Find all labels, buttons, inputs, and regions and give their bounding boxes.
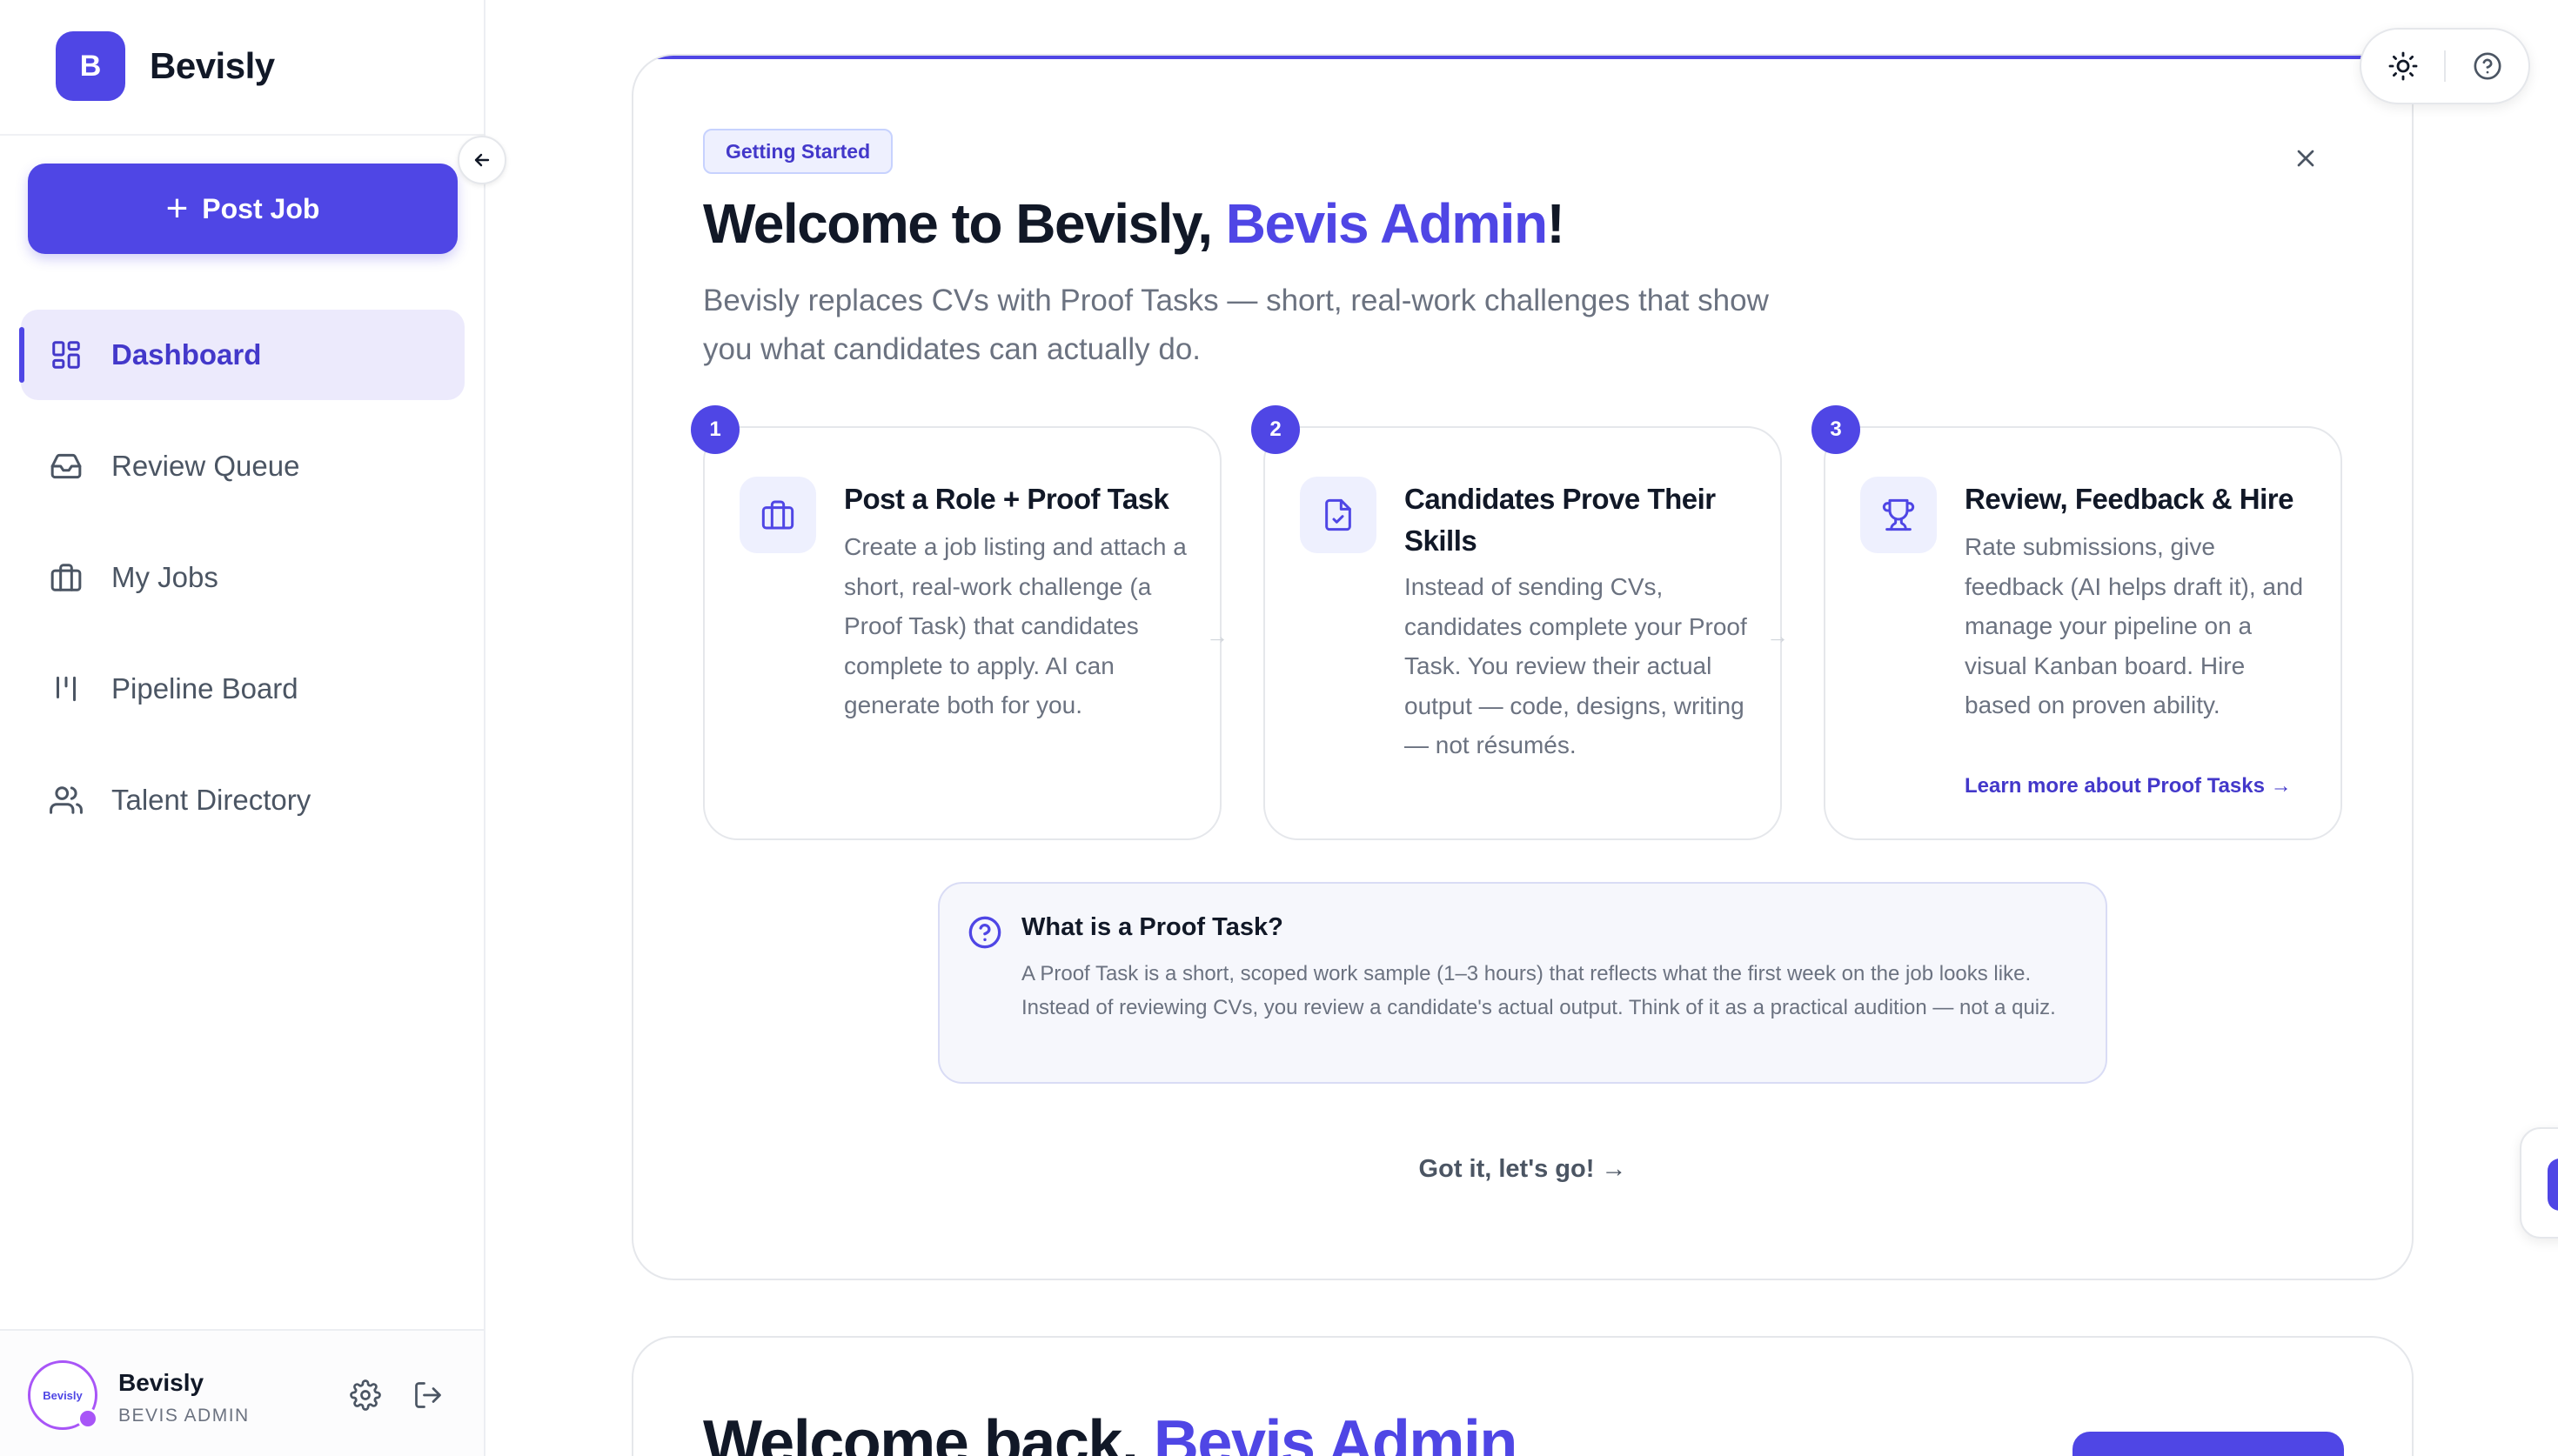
proof-task-info-box: What is a Proof Task? A Proof Task is a …: [938, 882, 2107, 1084]
primary-action-button[interactable]: [2073, 1432, 2344, 1456]
users-icon: [49, 783, 84, 818]
getting-started-card: Getting Started Welcome to Bevisly, Bevi…: [632, 54, 2414, 1280]
user-name: Bevisly: [118, 1369, 204, 1396]
briefcase-icon: [740, 477, 816, 553]
status-dot: [77, 1408, 98, 1429]
step-card-2: 2 Candidates Prove Their Skills Instead …: [1251, 405, 1782, 840]
logout-button[interactable]: [411, 1378, 445, 1413]
brand-name: Bevisly: [150, 45, 275, 86]
arrow-right-icon: →: [1766, 623, 1789, 649]
help-circle-icon: [968, 916, 1001, 949]
sidebar: B Bevisly + Post Job Dashboard Review Qu…: [0, 0, 506, 1456]
getting-started-badge: Getting Started: [703, 129, 894, 174]
sidebar-nav: Dashboard Review Queue My Jobs Pipeline …: [19, 310, 465, 866]
learn-more-link[interactable]: Learn more about Proof Tasks →: [1965, 774, 2292, 798]
widget-icon: [2548, 1159, 2558, 1211]
step-card-3: 3 Review, Feedback & Hire Rate submissio…: [1811, 405, 2342, 840]
avatar-text: Bevisly: [43, 1388, 83, 1402]
title-prefix: Welcome to Bevisly,: [703, 192, 1226, 255]
title-suffix: !: [1546, 192, 1565, 255]
step-number: 2: [1251, 405, 1300, 454]
sidebar-item-pipeline-board[interactable]: Pipeline Board: [21, 644, 465, 734]
got-it-label: Got it, let's go! →: [1418, 1155, 1627, 1183]
sidebar-item-label: Review Queue: [111, 450, 300, 482]
step-title: Candidates Prove Their Skills: [1404, 483, 1716, 557]
grid-icon: [49, 337, 84, 372]
step-description: Create a job listing and attach a short,…: [844, 533, 1187, 718]
info-body: A Proof Task is a short, scoped work sam…: [1021, 962, 2056, 1019]
close-button[interactable]: [2287, 139, 2325, 177]
post-job-button[interactable]: + Post Job: [28, 164, 458, 254]
file-check-icon: [1300, 477, 1376, 553]
help-circle-icon: [2473, 52, 2501, 80]
floating-widget-tab[interactable]: [2520, 1127, 2558, 1239]
step-number: 1: [691, 405, 740, 454]
inbox-icon: [49, 449, 84, 484]
brand-logo: B: [56, 31, 125, 101]
step-title: Post a Role + Proof Task: [844, 483, 1169, 515]
sidebar-item-review-queue[interactable]: Review Queue: [21, 421, 465, 511]
post-job-label: Post Job: [202, 192, 320, 224]
got-it-button[interactable]: Got it, let's go! →: [633, 1155, 2412, 1184]
arrow-right-icon: →: [1206, 623, 1229, 649]
sidebar-item-dashboard[interactable]: Dashboard: [19, 310, 465, 400]
sidebar-item-my-jobs[interactable]: My Jobs: [21, 532, 465, 623]
brand[interactable]: B Bevisly: [56, 31, 275, 101]
arrow-left-icon: [474, 153, 490, 167]
sidebar-item-talent-directory[interactable]: Talent Directory: [21, 755, 465, 845]
settings-button[interactable]: [348, 1378, 383, 1413]
info-title: What is a Proof Task?: [1021, 913, 1283, 941]
sidebar-item-label: Dashboard: [111, 338, 262, 371]
theme-toggle-button[interactable]: [2361, 28, 2444, 104]
logout-icon: [415, 1382, 441, 1408]
avatar[interactable]: Bevisly: [28, 1360, 98, 1430]
top-controls: [2360, 28, 2530, 104]
step-description: Rate submissions, give feedback (AI help…: [1965, 533, 2304, 718]
help-button[interactable]: [2446, 28, 2528, 104]
title-prefix: Welcome back,: [703, 1408, 1154, 1456]
sidebar-item-label: My Jobs: [111, 561, 218, 593]
collapse-sidebar-button[interactable]: [458, 136, 506, 184]
divider: [0, 134, 484, 136]
welcome-back-title: Welcome back, Bevis Admin: [703, 1407, 1517, 1456]
sidebar-item-label: Talent Directory: [111, 784, 311, 816]
user-display-name: Bevis Admin: [1153, 1408, 1517, 1456]
accent-bar: [633, 56, 2412, 59]
user-display-name: Bevis Admin: [1225, 192, 1548, 255]
sun-icon: [2388, 51, 2417, 81]
welcome-title: Welcome to Bevisly, Bevis Admin!: [703, 191, 1565, 256]
welcome-subtitle: Bevisly replaces CVs with Proof Tasks — …: [703, 284, 1769, 366]
step-title: Review, Feedback & Hire: [1965, 483, 2293, 515]
gear-icon: [350, 1379, 381, 1411]
user-role: BEVIS ADMIN: [118, 1406, 250, 1426]
briefcase-icon: [49, 560, 84, 595]
close-icon: [2297, 150, 2314, 167]
step-number: 3: [1811, 405, 1860, 454]
plus-icon: +: [165, 187, 189, 230]
kanban-icon: [49, 671, 84, 706]
welcome-back-card: Welcome back, Bevis Admin: [632, 1336, 2414, 1456]
step-description: Instead of sending CVs, candidates compl…: [1404, 573, 1747, 758]
user-bar: Bevisly Bevisly BEVIS ADMIN: [0, 1329, 484, 1456]
step-card-1: 1 Post a Role + Proof Task Create a job …: [691, 405, 1222, 840]
trophy-icon: [1860, 477, 1937, 553]
sidebar-item-label: Pipeline Board: [111, 672, 298, 705]
